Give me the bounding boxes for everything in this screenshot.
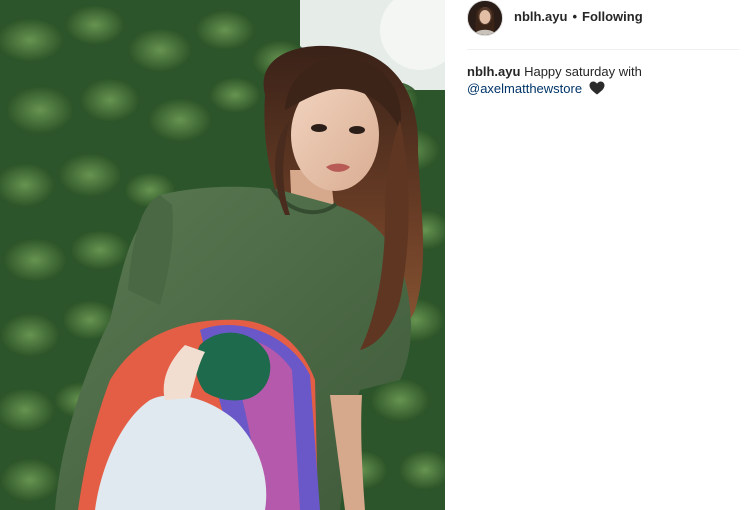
following-button[interactable]: Following [582,9,643,24]
post-header: nblh.ayu • Following [467,0,739,50]
caption-mention-link[interactable]: @axelmatthewstore [467,81,582,96]
post-caption: nblh.ayu Happy saturday with @axelmatthe… [467,63,737,99]
avatar-image [468,0,502,35]
header-text: nblh.ayu • Following [514,9,643,24]
post-photo[interactable] [0,0,445,510]
caption-text: Happy saturday with [524,64,642,79]
header-separator: • [572,9,578,24]
woman-in-green-tshirt-photo [0,0,445,510]
header-username-link[interactable]: nblh.ayu [514,9,567,24]
black-heart-icon [589,81,605,99]
avatar[interactable] [467,0,503,36]
post-sidebar: nblh.ayu • Following nblh.ayu Happy satu… [445,0,745,510]
caption-username-link[interactable]: nblh.ayu [467,64,520,79]
